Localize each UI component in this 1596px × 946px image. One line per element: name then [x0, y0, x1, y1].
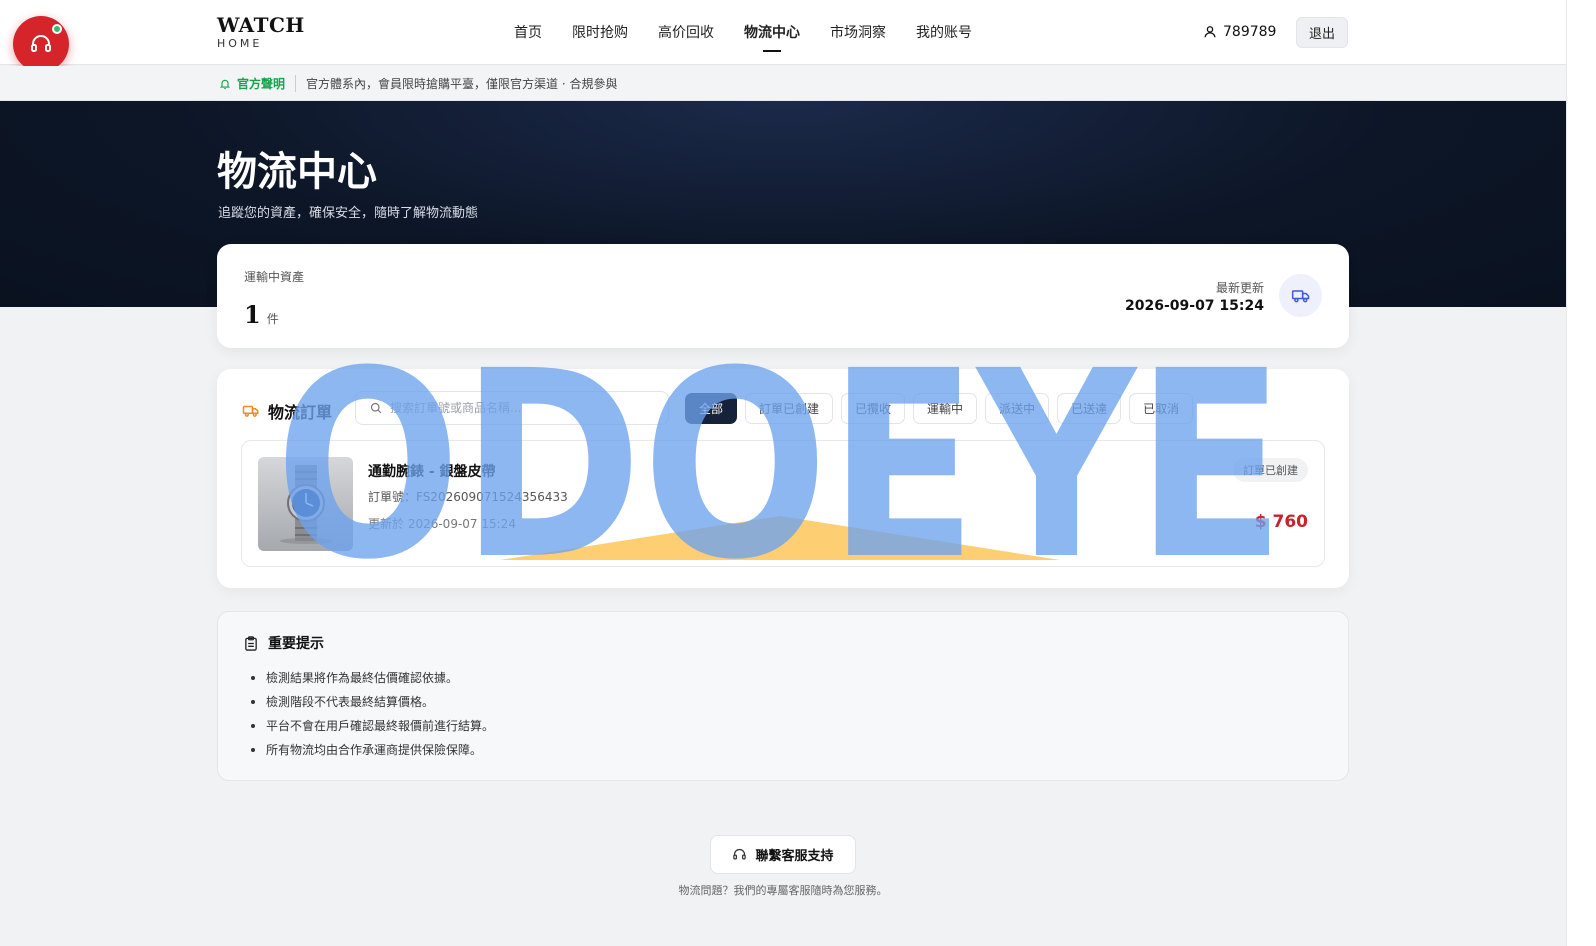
filter-in-transit[interactable]: 運輸中 [913, 393, 978, 424]
contact-support-button[interactable]: 聯繫客服支持 [710, 835, 856, 874]
notice-tag-label: 官方聲明 [237, 77, 286, 91]
brand-name: WATCH [217, 13, 305, 37]
truck-icon [1279, 274, 1322, 317]
headset-icon [733, 848, 747, 860]
nav-my-account[interactable]: 我的账号 [901, 22, 987, 52]
filter-delivering[interactable]: 派送中 [985, 393, 1050, 424]
tips-title: 重要提示 [268, 636, 324, 652]
username: 789789 [1223, 24, 1277, 40]
in-transit-count: 1 [244, 300, 261, 329]
customer-service-button[interactable] [13, 16, 69, 72]
last-updated-label: 最新更新 [1215, 281, 1264, 295]
truck-icon [242, 405, 259, 417]
in-transit-summary-card: 運輸中資產 1 件 最新更新 2026-09-07 15:24 [217, 244, 1349, 348]
in-transit-label: 運輸中資產 [244, 270, 305, 284]
filter-delivered[interactable]: 已送達 [1057, 393, 1122, 424]
order-updated-time: 更新於 2026-09-07 15:24 [368, 517, 516, 531]
brand-logo[interactable]: WATCH HOME [217, 15, 305, 50]
user-account[interactable]: 789789 [1203, 24, 1276, 40]
nav-flash-sale[interactable]: 限时抢购 [557, 22, 643, 52]
filter-cancelled[interactable]: 已取消 [1129, 393, 1194, 424]
orders-title: 物流訂單 [268, 403, 333, 422]
notice-bar: 官方聲明 官方體系內，會員限時搶購平臺，僅限官方渠道 · 合規參與 [0, 66, 1566, 101]
clipboard-icon [245, 635, 257, 651]
orders-header: 物流訂單 [242, 399, 332, 423]
user-icon [1204, 26, 1216, 38]
search-icon [370, 402, 382, 414]
page-subtitle: 追蹤您的資產，確保安全，隨時了解物流動態 [218, 206, 479, 221]
tip-item: 平台不會在用戶確認最終報價前進行結算。 [250, 716, 494, 740]
top-navbar: WATCH HOME 首页 限时抢购 高价回收 物流中心 市场洞察 我的账号 7… [0, 0, 1566, 65]
order-number: 訂單號：FS202609071524356433 [368, 490, 568, 504]
product-name: 通勤腕錶 - 銀盤皮帶 [368, 464, 496, 480]
order-price: $ 760 [1254, 512, 1308, 532]
tip-item: 所有物流均由合作承運商提供保險保障。 [250, 740, 494, 764]
contact-note: 物流問題？我們的專屬客服隨時為您服務。 [678, 884, 888, 897]
in-transit-unit: 件 [266, 312, 279, 326]
tips-header: 重要提示 [244, 633, 324, 653]
notice-text: 官方體系內，會員限時搶購平臺，僅限官方渠道 · 合規參與 [306, 77, 618, 91]
page-scrollbar[interactable] [1566, 0, 1596, 946]
headset-icon [31, 35, 51, 52]
last-updated-value: 2026-09-07 15:24 [1125, 298, 1264, 314]
product-thumbnail [258, 457, 353, 551]
brand-sub: HOME [217, 37, 263, 50]
main-nav: 首页 限时抢购 高价回收 物流中心 市场洞察 我的账号 [499, 22, 987, 52]
page-title: 物流中心 [217, 148, 377, 195]
filter-created[interactable]: 訂單已創建 [745, 393, 834, 424]
bell-icon [219, 79, 231, 89]
tips-list: 檢測結果將作為最終估價確認依據。 檢測階段不代表最終結算價格。 平台不會在用戶確… [250, 668, 494, 764]
online-status-dot [52, 24, 62, 34]
order-search[interactable] [355, 391, 669, 425]
filter-all[interactable]: 全部 [685, 393, 738, 424]
nav-recycle[interactable]: 高价回收 [643, 22, 729, 52]
order-search-input[interactable] [390, 401, 650, 415]
nav-market-insight[interactable]: 市场洞察 [815, 22, 901, 52]
important-tips-card: 重要提示 檢測結果將作為最終估價確認依據。 檢測階段不代表最終結算價格。 平台不… [217, 611, 1349, 781]
tip-item: 檢測結果將作為最終估價確認依據。 [250, 668, 494, 692]
contact-support-label: 聯繫客服支持 [755, 848, 834, 863]
nav-logistics[interactable]: 物流中心 [729, 22, 815, 52]
filter-picked-up[interactable]: 已攬收 [841, 393, 906, 424]
notice-tag: 官方聲明 [219, 75, 297, 92]
status-badge: 訂單已創建 [1233, 458, 1308, 482]
nav-home[interactable]: 首页 [499, 22, 557, 52]
order-list-item[interactable]: 通勤腕錶 - 銀盤皮帶 訂單號：FS202609071524356433 更新於… [241, 440, 1325, 567]
tip-item: 檢測階段不代表最終結算價格。 [250, 692, 494, 716]
logout-button[interactable]: 退出 [1296, 17, 1348, 48]
status-filter-tabs: 全部 訂單已創建 已攬收 運輸中 派送中 已送達 已取消 [685, 393, 1194, 424]
logistics-orders-card: 物流訂單 全部 訂單已創建 已攬收 運輸中 派送中 已送達 已取消 [217, 369, 1349, 588]
in-transit-value: 1 件 [244, 300, 279, 329]
